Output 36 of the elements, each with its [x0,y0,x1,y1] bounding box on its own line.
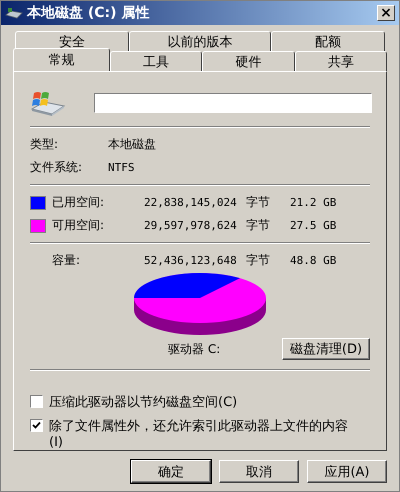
info-label: 文件系统: [30,159,84,176]
checkbox-label: 除了文件属性外，还允许索引此驱动器上文件的内容(I) [49,418,349,450]
byte-count: 52,436,123,648 [144,254,238,267]
drive-label: 驱动器 C: [168,340,220,358]
checkbox[interactable] [30,419,43,432]
info-value: 本地磁盘 [108,136,157,153]
close-button[interactable]: × [377,5,395,21]
unit-label: 字节 [246,194,271,211]
info-label: 类型: [30,136,60,153]
disk-cleanup-button[interactable]: 磁盘清理(D) [282,338,370,360]
drive-icon [5,6,23,20]
space-label: 已用空间: [52,194,106,211]
byte-count: 29,597,978,624 [144,219,238,232]
tab[interactable]: 配额 [271,31,385,51]
checkbox-label: 压缩此驱动器以节约磁盘空间(C) [49,394,238,411]
drive-icon [30,89,66,117]
tab[interactable]: 常规 [13,48,110,71]
drive-name-field[interactable] [94,93,372,113]
info-value: NTFS [108,161,136,174]
cancel-button[interactable]: 取消 [219,460,299,483]
unit-label: 字节 [246,252,271,269]
byte-count: 22,838,145,024 [144,196,238,209]
space-label: 可用空间: [52,217,106,234]
size-value: 21.2 GB [290,196,338,209]
unit-label: 字节 [246,217,271,234]
tab[interactable]: 硬件 [202,51,295,71]
tab[interactable]: 以前的版本 [129,31,271,51]
size-value: 48.8 GB [290,254,338,267]
ok-button[interactable]: 确定 [131,460,211,483]
window-title: 本地磁盘 (C:) 属性 [27,4,150,22]
tab[interactable]: 工具 [110,51,202,71]
tab[interactable]: 共享 [294,51,388,71]
size-value: 27.5 GB [290,219,338,232]
apply-button[interactable]: 应用(A) [307,460,387,483]
capacity-label: 容量: [52,252,82,269]
checkbox[interactable] [30,395,43,408]
